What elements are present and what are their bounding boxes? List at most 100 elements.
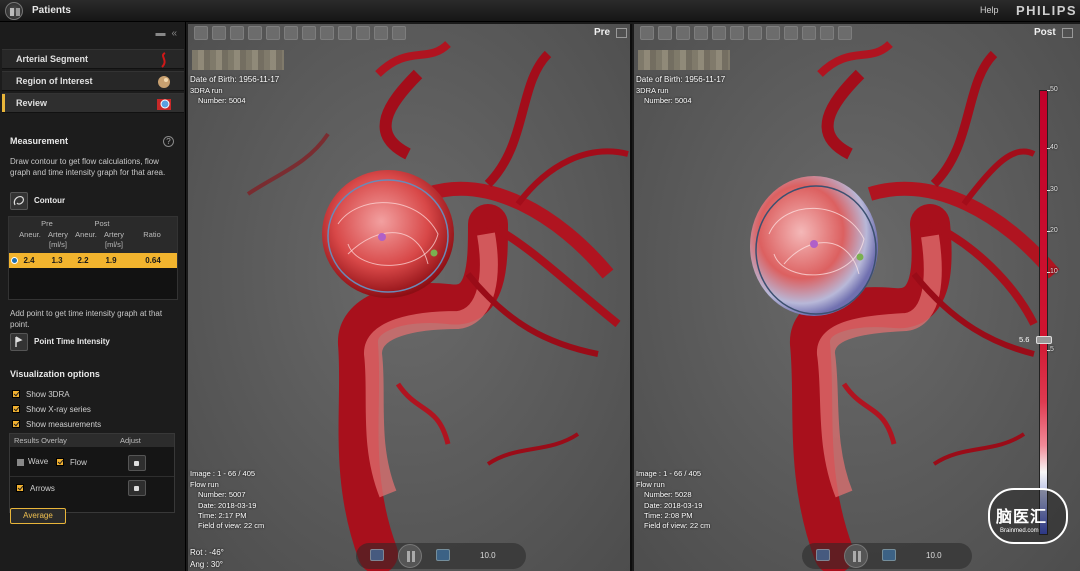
- show-xray-series-checkbox[interactable]: Show X-ray series: [12, 404, 132, 416]
- pause-icon[interactable]: [844, 544, 868, 568]
- checkbox-label: Show 3DRA: [26, 390, 70, 399]
- header-post-units: [ml/s]: [105, 240, 123, 249]
- watermark-subtext: Brainmed.com: [1000, 528, 1039, 534]
- viewport-pre[interactable]: Pre Date of Birth: 1956-11-17 3DRA run N…: [188, 24, 632, 571]
- measurement-title: Measurement: [10, 136, 69, 146]
- step-forward-icon[interactable]: [882, 549, 896, 561]
- window-level-tool-icon[interactable]: [266, 26, 280, 40]
- scissors-tool-icon[interactable]: [320, 26, 334, 40]
- snapshot-tool-icon[interactable]: [338, 26, 352, 40]
- flow-run-number: Number: 5007: [198, 490, 246, 499]
- step-forward-icon[interactable]: [436, 549, 450, 561]
- point-tool-label: Point Time Intensity: [34, 337, 110, 346]
- arrows-adjust-button[interactable]: [128, 480, 146, 496]
- wave-checkbox[interactable]: [17, 459, 24, 466]
- step-back-icon[interactable]: [816, 549, 830, 561]
- table-header: Pre Post Aneur. Artery [ml/s] Aneur. Art…: [9, 217, 177, 253]
- camera-tool-icon[interactable]: [356, 26, 370, 40]
- pan-tool-icon[interactable]: [230, 26, 244, 40]
- link-tool-icon[interactable]: [820, 26, 834, 40]
- header-pre-units: [ml/s]: [49, 240, 67, 249]
- results-overlay-table: Results Overlay Adjust Wave Flow Arrows: [9, 433, 175, 513]
- scissors-tool-icon[interactable]: [766, 26, 780, 40]
- watermark-text: 脑医汇: [996, 507, 1048, 526]
- field-of-view: Field of view: 22 cm: [198, 521, 265, 530]
- step-label: Arterial Segment: [16, 54, 89, 64]
- contour-icon: [10, 192, 28, 210]
- step-arterial-segment[interactable]: Arterial Segment: [2, 49, 184, 69]
- step-label: Review: [16, 98, 48, 108]
- divider: [10, 476, 174, 477]
- window-level-tool-icon[interactable]: [712, 26, 726, 40]
- step-label: Region of Interest: [16, 76, 93, 86]
- wave-label: Wave: [28, 457, 49, 466]
- reset-tool-icon[interactable]: [392, 26, 406, 40]
- anonymized-name: [638, 50, 730, 70]
- review-icon: [157, 99, 171, 110]
- patient-dob: Date of Birth: 1956-11-17: [636, 75, 726, 84]
- playback-controls: 10.0: [802, 543, 972, 569]
- minimize-icon[interactable]: ▬: [155, 28, 165, 39]
- playback-speed[interactable]: 10.0: [926, 551, 942, 560]
- contour-tool[interactable]: Contour: [10, 192, 130, 210]
- post-artery-value: 1.9: [105, 256, 117, 265]
- image-range: Image : 1 - 66 / 405: [636, 469, 702, 478]
- pause-icon[interactable]: [398, 544, 422, 568]
- adjust-title: Adjust: [120, 436, 141, 445]
- colorbar-tick: 40: [1047, 144, 1058, 151]
- patients-home-button[interactable]: [5, 2, 23, 20]
- measurement-table: Pre Post Aneur. Artery [ml/s] Aneur. Art…: [8, 216, 178, 300]
- move-tool-icon[interactable]: [748, 26, 762, 40]
- point-icon: [10, 333, 28, 351]
- pre-aneur-value: 2.4: [23, 256, 35, 265]
- step-region-of-interest[interactable]: Region of Interest: [2, 71, 184, 91]
- colorbar-threshold-value: 5.6: [1019, 335, 1030, 344]
- flow-run-date: Date: 2018-03-19: [198, 501, 257, 510]
- checkbox-label: Show measurements: [26, 420, 102, 429]
- move-tool-icon[interactable]: [302, 26, 316, 40]
- results-overlay-header: Results Overlay Adjust: [10, 434, 174, 447]
- link-tool-icon[interactable]: [374, 26, 388, 40]
- snapshot-tool-icon[interactable]: [784, 26, 798, 40]
- playback-speed[interactable]: 10.0: [480, 551, 496, 560]
- wave-flow-adjust-button[interactable]: [128, 455, 146, 471]
- rotate-tool-icon[interactable]: [248, 26, 262, 40]
- rotate-tool-icon[interactable]: [694, 26, 708, 40]
- flow-run-number: Number: 5028: [644, 490, 692, 499]
- collapse-panel-icon[interactable]: «: [171, 28, 177, 39]
- show-3dra-checkbox[interactable]: Show 3DRA: [12, 389, 132, 401]
- show-measurements-checkbox[interactable]: Show measurements: [12, 419, 132, 431]
- 3dra-run-label: 3DRA run: [636, 86, 669, 95]
- measure-tool-icon[interactable]: [730, 26, 744, 40]
- camera-tool-icon[interactable]: [802, 26, 816, 40]
- average-button[interactable]: Average: [10, 508, 66, 524]
- flow-run-label: Flow run: [190, 480, 219, 489]
- step-back-icon[interactable]: [370, 549, 384, 561]
- help-link[interactable]: Help: [980, 5, 999, 15]
- post-aneur-value: 2.2: [77, 256, 89, 265]
- table-row[interactable]: 2.4 1.3 2.2 1.9 0.64: [9, 253, 177, 268]
- flow-run-label: Flow run: [636, 480, 665, 489]
- flow-run-date: Date: 2018-03-19: [644, 501, 703, 510]
- colorbar-threshold-handle[interactable]: [1036, 336, 1052, 344]
- maximize-icon[interactable]: [616, 28, 627, 38]
- arrows-checkbox[interactable]: Arrows: [16, 483, 66, 495]
- zoom-tool-icon[interactable]: [658, 26, 672, 40]
- measure-tool-icon[interactable]: [284, 26, 298, 40]
- roi-icon: [158, 76, 170, 88]
- point-time-intensity-tool[interactable]: Point Time Intensity: [10, 333, 150, 351]
- contour-label: Contour: [34, 196, 66, 205]
- flow-checkbox[interactable]: Flow: [56, 457, 96, 469]
- zoom-tool-icon[interactable]: [212, 26, 226, 40]
- help-icon[interactable]: ?: [163, 136, 174, 147]
- maximize-icon[interactable]: [1062, 28, 1073, 38]
- brand-logo: PHILIPS: [1016, 3, 1078, 18]
- angulation-readout: Ang : 30°: [190, 560, 223, 569]
- step-review[interactable]: Review: [2, 93, 184, 113]
- panel-controls: ▬ «: [149, 28, 177, 39]
- pan-tool-icon[interactable]: [676, 26, 690, 40]
- image-range: Image : 1 - 66 / 405: [190, 469, 256, 478]
- reset-tool-icon[interactable]: [838, 26, 852, 40]
- pointer-tool-icon[interactable]: [640, 26, 654, 40]
- pointer-tool-icon[interactable]: [194, 26, 208, 40]
